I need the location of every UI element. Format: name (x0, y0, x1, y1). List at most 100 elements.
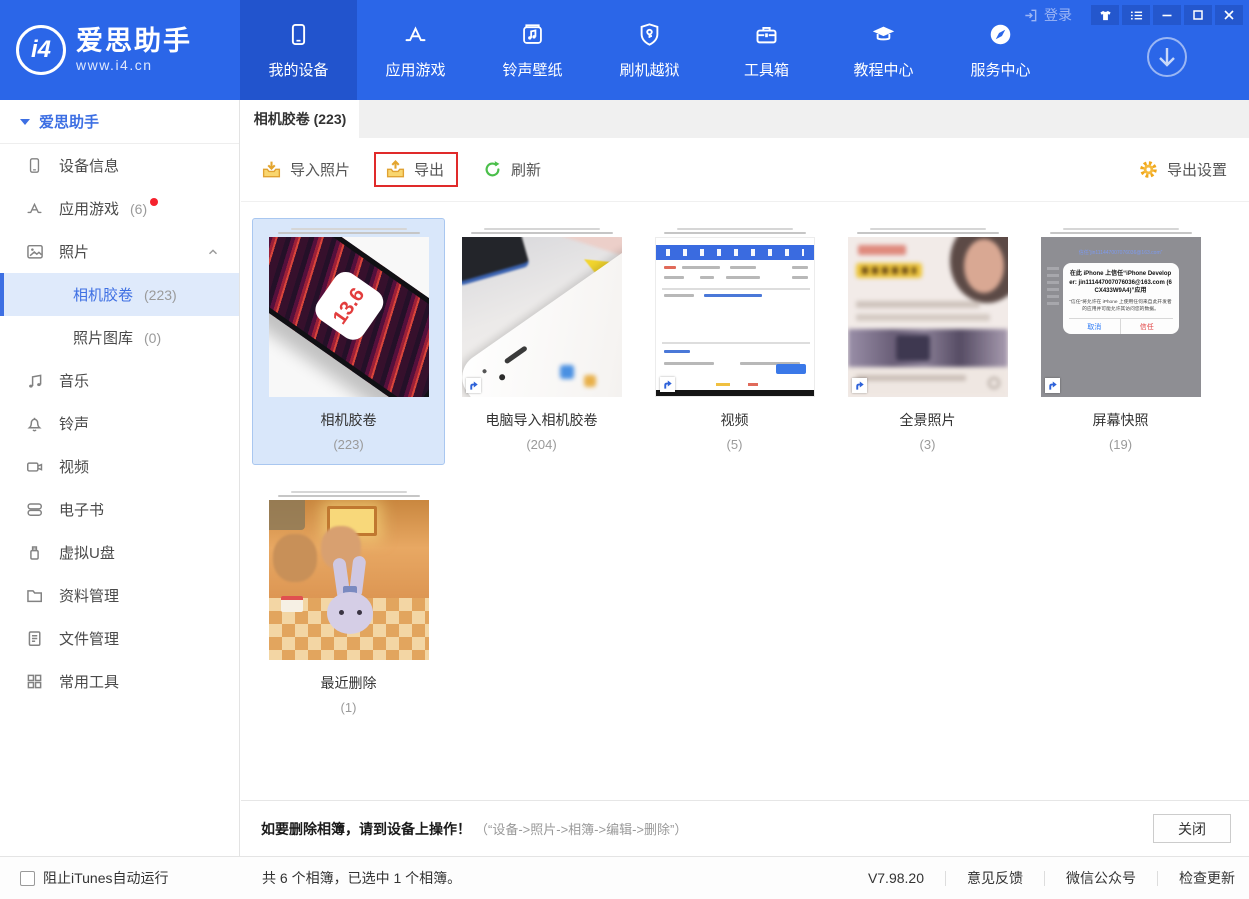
sidebar-item-videos[interactable]: 视频 (0, 445, 239, 488)
sidebar-item-ebooks[interactable]: 电子书 (0, 488, 239, 531)
sidebar-item-label: 应用游戏 (59, 198, 119, 219)
sidebar-item-virtual-usb[interactable]: 虚拟U盘 (0, 531, 239, 574)
refresh-button[interactable]: 刷新 (482, 159, 541, 180)
sidebar-item-ringtones[interactable]: 铃声 (0, 402, 239, 445)
main-menu-button[interactable] (1122, 5, 1150, 25)
sidebar-item-label: 资料管理 (59, 585, 119, 606)
appstore-icon (402, 21, 429, 48)
gear-icon (1138, 159, 1159, 180)
brand-logo: i4 爱思助手 www.i4.cn (0, 0, 240, 100)
nav-label: 我的设备 (268, 59, 328, 80)
dialog-trust-label: 信任 (1121, 319, 1173, 334)
close-icon (1223, 9, 1235, 21)
stack-decoration (269, 228, 429, 234)
sidebar-item-file-management[interactable]: 文件管理 (0, 617, 239, 660)
tab-bar: 相机胶卷 (223) (241, 100, 1249, 138)
nav-label: 服务中心 (970, 59, 1030, 80)
flash-jailbreak-icon (636, 21, 663, 48)
sidebar-root-i4[interactable]: 爱思助手 (0, 100, 239, 144)
nav-item-flash-jailbreak[interactable]: 刷机越狱 (591, 0, 708, 100)
grid-icon (25, 672, 44, 691)
caret-down-icon (20, 119, 30, 125)
download-manager-button[interactable] (1145, 35, 1189, 79)
album-name: 全景照片 (900, 410, 956, 430)
login-icon (1023, 8, 1038, 23)
sidebar-item-label: 照片 (59, 241, 89, 262)
login-label: 登录 (1044, 5, 1072, 25)
sidebar-item-device-info[interactable]: 设备信息 (0, 144, 239, 187)
album-pc-imported[interactable]: 电脑导入相机胶卷 (204) (445, 218, 638, 465)
export-button-highlighted[interactable]: 导出 (374, 152, 458, 187)
album-thumbnail-camera-roll: 13.6 (269, 237, 429, 397)
trust-link-text: 信任“jin111447007076036@163.com” (1049, 249, 1193, 256)
block-itunes-label: 阻止iTunes自动运行 (43, 868, 169, 888)
header: i4 爱思助手 www.i4.cn 我的设备 应用游戏 铃声壁纸 刷机越狱 (0, 0, 1249, 100)
nav-item-apps-games[interactable]: 应用游戏 (357, 0, 474, 100)
theme-skin-button[interactable] (1091, 5, 1119, 25)
album-thumbnail-panoramas (848, 237, 1008, 397)
nav-item-ringtones-wallpapers[interactable]: 铃声壁纸 (474, 0, 591, 100)
sidebar-item-label: 常用工具 (59, 671, 119, 692)
sidebar-item-label: 虚拟U盘 (59, 542, 115, 563)
close-notice-button[interactable]: 关闭 (1153, 814, 1231, 843)
nav-label: 教程中心 (853, 59, 913, 80)
album-name: 屏幕快照 (1093, 410, 1149, 430)
close-button[interactable] (1215, 5, 1243, 25)
album-thumbnail-recently-deleted (269, 500, 429, 660)
album-videos[interactable]: 视频 (5) (638, 218, 831, 465)
album-thumbnail-screenshots: 信任“jin111447007076036@163.com” 在此 iPhone… (1041, 237, 1201, 397)
i4-logo-icon: i4 (16, 25, 66, 75)
import-photos-button[interactable]: 导入照片 (261, 159, 350, 180)
album-panoramas[interactable]: 全景照片 (3) (831, 218, 1024, 465)
nav-item-toolbox[interactable]: 工具箱 (708, 0, 825, 100)
stack-decoration (655, 228, 815, 234)
album-thumbnail-videos (655, 237, 815, 397)
version-label: V7.98.20 (868, 870, 924, 886)
sidebar-item-label: 文件管理 (59, 628, 119, 649)
sidebar-item-data-management[interactable]: 资料管理 (0, 574, 239, 617)
dialog-cancel-label: 取消 (1069, 319, 1122, 334)
footer-links: V7.98.20 意见反馈 微信公众号 检查更新 (868, 868, 1235, 888)
stack-decoration (462, 228, 622, 234)
photos-icon (25, 242, 44, 261)
sidebar-item-common-tools[interactable]: 常用工具 (0, 660, 239, 703)
notice-text: 如要删除相簿，请到设备上操作！ (261, 819, 471, 839)
sidebar: 爱思助手 设备信息 应用游戏 (6) 照片 相机胶卷 (223) 照片图库 (0… (0, 100, 240, 856)
export-settings-button[interactable]: 导出设置 (1138, 159, 1227, 180)
bell-icon (25, 414, 44, 433)
login-button[interactable]: 登录 (1023, 5, 1072, 25)
block-itunes-checkbox-row[interactable]: 阻止iTunes自动运行 (0, 868, 240, 888)
tab-camera-roll[interactable]: 相机胶卷 (223) (241, 100, 359, 138)
nav-item-tutorial-center[interactable]: 教程中心 (825, 0, 942, 100)
status-bar: 阻止iTunes自动运行 共 6 个相簿，已选中 1 个相簿。 V7.98.20… (0, 856, 1249, 899)
tutorial-icon (870, 21, 897, 48)
maximize-button[interactable] (1184, 5, 1212, 25)
ringtone-wallpaper-icon (519, 21, 546, 48)
titlebar: 登录 (1023, 5, 1243, 25)
sidebar-item-music[interactable]: 音乐 (0, 359, 239, 402)
album-count: (204) (526, 437, 556, 452)
chevron-up-icon[interactable] (207, 246, 219, 258)
album-row-1: 13.6 相机胶卷 (223) (252, 218, 1249, 465)
sidebar-item-apps-games[interactable]: 应用游戏 (6) (0, 187, 239, 230)
wechat-link[interactable]: 微信公众号 (1066, 868, 1136, 888)
sidebar-item-camera-roll[interactable]: 相机胶卷 (223) (0, 273, 239, 316)
sidebar-item-photo-library[interactable]: 照片图库 (0) (0, 316, 239, 359)
album-count: (5) (727, 437, 743, 452)
album-name: 最近删除 (321, 673, 377, 693)
album-camera-roll[interactable]: 13.6 相机胶卷 (223) (252, 218, 445, 465)
album-thumbnail-pc-imported (462, 237, 622, 397)
album-count: (223) (333, 437, 363, 452)
check-update-link[interactable]: 检查更新 (1179, 868, 1235, 888)
minimize-button[interactable] (1153, 5, 1181, 25)
sidebar-item-photos[interactable]: 照片 (0, 230, 239, 273)
export-icon (385, 159, 406, 180)
album-screenshots[interactable]: 信任“jin111447007076036@163.com” 在此 iPhone… (1024, 218, 1217, 465)
feedback-link[interactable]: 意见反馈 (967, 868, 1023, 888)
export-label: 导出 (414, 159, 444, 180)
brand-name: 爱思助手 (76, 27, 192, 57)
nav-item-my-device[interactable]: 我的设备 (240, 0, 357, 100)
album-recently-deleted[interactable]: 最近删除 (1) (252, 481, 445, 728)
checkbox-unchecked[interactable] (20, 871, 35, 886)
file-icon (25, 629, 44, 648)
